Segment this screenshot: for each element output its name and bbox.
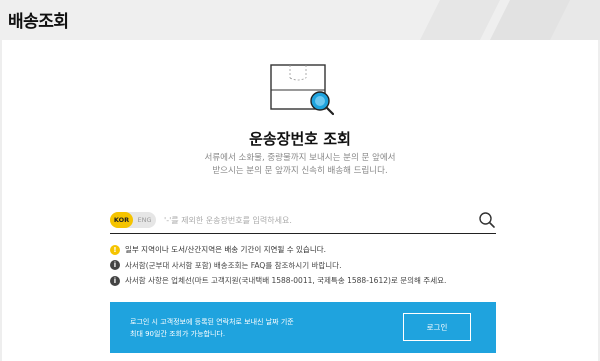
section-description: 서류에서 소화물, 중량물까지 보내시는 분의 문 앞에서 받으시는 분의 문 …	[0, 152, 600, 178]
notice-text: 일부 지역이나 도서/산간지역은 배송 기간이 지연될 수 있습니다.	[125, 245, 326, 255]
notice-item: i 사서함 사항은 업체선(마트 고객지원(국내택배 1588-0011, 국제…	[110, 273, 500, 289]
info-icon: i	[110, 260, 120, 271]
banner-text: 로그인 시 고객정보에 등록된 연락처로 보내신 날짜 기준 최대 90일간 조…	[130, 316, 294, 340]
lang-kor-option[interactable]: KOR	[110, 212, 133, 228]
notice-text: 사서함(군부대 사서함 포함) 배송조회는 FAQ를 참조하시기 바랍니다.	[125, 260, 342, 270]
page-title: 배송조회	[8, 12, 69, 32]
notice-item: i 사서함(군부대 사서함 포함) 배송조회는 FAQ를 참조하시기 바랍니다.	[110, 258, 500, 274]
info-icon: i	[110, 275, 120, 286]
parcel-search-icon	[270, 64, 334, 116]
lang-eng-option[interactable]: ENG	[133, 212, 156, 228]
warning-icon: !	[110, 244, 120, 255]
description-line: 서류에서 소화물, 중량물까지 보내시는 분의 문 앞에서	[204, 153, 396, 163]
banner-line: 최대 90일간 조회가 가능합니다.	[130, 330, 226, 338]
section-title: 운송장번호 조회	[249, 130, 351, 148]
description-line: 받으시는 분의 문 앞까지 신속히 배송해 드립니다.	[212, 166, 388, 176]
login-banner: 로그인 시 고객정보에 등록된 연락처로 보내신 날짜 기준 최대 90일간 조…	[110, 302, 496, 353]
input-underline	[110, 233, 496, 234]
login-button[interactable]: 로그인	[403, 313, 471, 341]
search-icon	[479, 212, 495, 228]
notice-item: ! 일부 지역이나 도서/산간지역은 배송 기간이 지연될 수 있습니다.	[110, 242, 500, 258]
banner-line: 로그인 시 고객정보에 등록된 연락처로 보내신 날짜 기준	[130, 318, 294, 326]
page-header: 배송조회	[0, 0, 600, 40]
language-toggle[interactable]: KOR ENG	[110, 212, 156, 228]
header-decoration-icon	[420, 0, 600, 40]
notice-list: ! 일부 지역이나 도서/산간지역은 배송 기간이 지연될 수 있습니다. i …	[110, 242, 500, 289]
notice-text: 사서함 사항은 업체선(마트 고객지원(국내택배 1588-0011, 국제특송…	[125, 276, 447, 286]
search-button[interactable]	[478, 211, 496, 229]
tracking-number-input[interactable]	[164, 213, 464, 227]
